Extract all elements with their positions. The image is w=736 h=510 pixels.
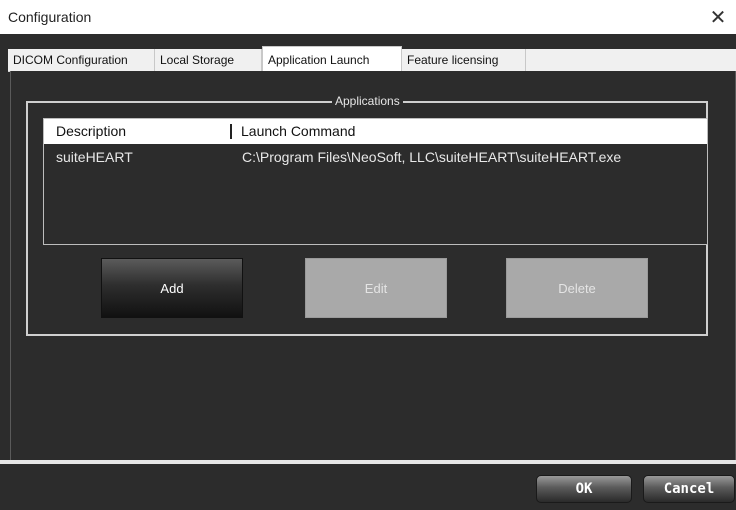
cancel-button[interactable]: Cancel: [643, 475, 735, 503]
applications-group-title: Applications: [332, 94, 403, 108]
tab-feature-licensing[interactable]: Feature licensing: [402, 49, 526, 71]
add-button[interactable]: Add: [101, 258, 243, 318]
tab-strip: DICOM Configuration Local Storage Applic…: [8, 46, 736, 72]
row-launch-command: C:\Program Files\NeoSoft, LLC\suiteHEART…: [242, 149, 622, 165]
window-title: Configuration: [8, 9, 92, 25]
applications-list[interactable]: Description Launch Command suiteHEART C:…: [43, 118, 708, 245]
row-description: suiteHEART: [56, 149, 133, 165]
column-header-description[interactable]: Description: [56, 119, 126, 144]
tab-application-launch[interactable]: Application Launch: [262, 46, 402, 72]
ok-button[interactable]: OK: [536, 475, 632, 503]
column-header-launch-command[interactable]: Launch Command: [241, 119, 355, 144]
close-icon[interactable]: ✕: [706, 5, 730, 29]
tab-local-storage[interactable]: Local Storage: [155, 49, 262, 71]
list-item[interactable]: suiteHEART C:\Program Files\NeoSoft, LLC…: [44, 146, 707, 168]
delete-button[interactable]: Delete: [506, 258, 648, 318]
edit-button[interactable]: Edit: [305, 258, 447, 318]
title-bar: Configuration ✕: [0, 0, 736, 34]
column-separator[interactable]: [230, 124, 232, 139]
tab-dicom-configuration[interactable]: DICOM Configuration: [8, 49, 155, 71]
list-header: Description Launch Command: [44, 119, 707, 144]
